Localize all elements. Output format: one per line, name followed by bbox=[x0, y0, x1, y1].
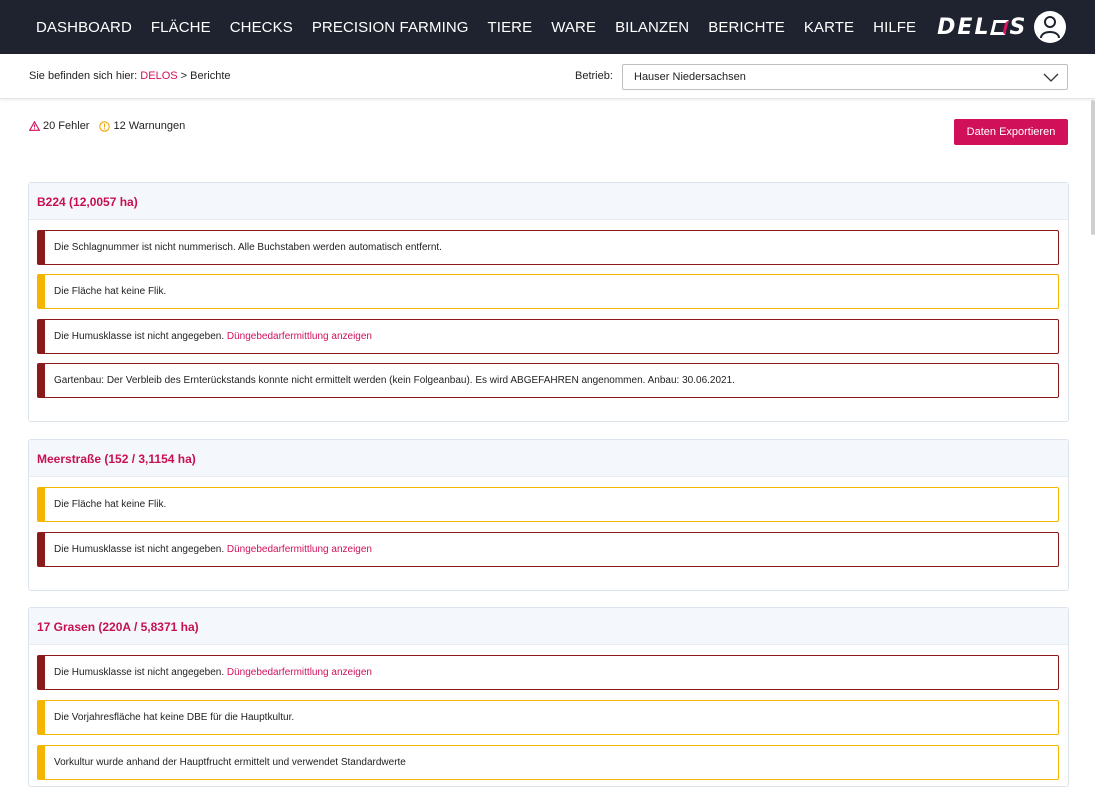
report-summary: 20 Fehler 12 Warnungen bbox=[29, 120, 185, 132]
error-message: Die Humusklasse ist nicht angegeben. Dün… bbox=[37, 532, 1059, 567]
betrieb-selected-value: Hauser Niedersachsen bbox=[634, 71, 746, 83]
top-navigation: DASHBOARD FLÄCHE CHECKS PRECISION FARMIN… bbox=[0, 0, 1095, 54]
info-circle-icon bbox=[99, 120, 111, 132]
duengebedarf-link[interactable]: Düngebedarfermittlung anzeigen bbox=[227, 331, 372, 342]
user-icon bbox=[1040, 16, 1060, 39]
error-message: Die Humusklasse ist nicht angegeben. Dün… bbox=[37, 319, 1059, 354]
field-report-card: Meerstraße (152 / 3,1154 ha) Die Fläche … bbox=[28, 439, 1069, 591]
nav-item-ware[interactable]: WARE bbox=[551, 19, 596, 36]
warning-message: Vorkultur wurde anhand der Hauptfrucht e… bbox=[37, 745, 1059, 780]
message-text: Die Humusklasse ist nicht angegeben. bbox=[54, 667, 227, 678]
logo-text-suffix: S bbox=[1009, 14, 1028, 40]
warning-count: 12 Warnungen bbox=[113, 120, 186, 132]
message-text: Vorkultur wurde anhand der Hauptfrucht e… bbox=[54, 757, 406, 768]
delos-logo[interactable]: DEL S bbox=[937, 15, 1027, 40]
field-report-card: B224 (12,0057 ha) Die Schlagnummer ist n… bbox=[28, 182, 1069, 422]
card-title: 17 Grasen (220A / 5,8371 ha) bbox=[29, 608, 1068, 645]
message-text: Gartenbau: Der Verbleib des Ernterücksta… bbox=[54, 375, 735, 386]
breadcrumb-home-link[interactable]: DELOS bbox=[140, 70, 177, 82]
breadcrumb-current: Berichte bbox=[190, 70, 231, 82]
breadcrumb: Sie befinden sich hier: DELOS > Berichte bbox=[29, 70, 231, 82]
main-menu: DASHBOARD FLÄCHE CHECKS PRECISION FARMIN… bbox=[36, 0, 935, 54]
message-text: Die Schlagnummer ist nicht nummerisch. A… bbox=[54, 242, 442, 253]
export-data-button[interactable]: Daten Exportieren bbox=[954, 119, 1068, 145]
message-text: Die Fläche hat keine Flik. bbox=[54, 499, 167, 510]
duengebedarf-link[interactable]: Düngebedarfermittlung anzeigen bbox=[227, 667, 372, 678]
warning-message: Die Fläche hat keine Flik. bbox=[37, 487, 1059, 522]
message-text: Die Vorjahresfläche hat keine DBE für di… bbox=[54, 712, 295, 723]
nav-item-flaeche[interactable]: FLÄCHE bbox=[151, 19, 211, 36]
nav-item-dashboard[interactable]: DASHBOARD bbox=[36, 19, 132, 36]
duengebedarf-link[interactable]: Düngebedarfermittlung anzeigen bbox=[227, 544, 372, 555]
betrieb-select[interactable]: Hauser Niedersachsen bbox=[622, 64, 1068, 90]
betrieb-label: Betrieb: bbox=[575, 70, 613, 82]
message-text: Die Humusklasse ist nicht angegeben. bbox=[54, 331, 227, 342]
nav-item-berichte[interactable]: BERICHTE bbox=[708, 19, 785, 36]
card-title: Meerstraße (152 / 3,1154 ha) bbox=[29, 440, 1068, 477]
message-text: Die Fläche hat keine Flik. bbox=[54, 286, 167, 297]
page-scrollbar[interactable] bbox=[1091, 100, 1095, 235]
nav-item-checks[interactable]: CHECKS bbox=[230, 19, 293, 36]
message-text: Die Humusklasse ist nicht angegeben. bbox=[54, 544, 227, 555]
field-report-card: 17 Grasen (220A / 5,8371 ha) Die Humuskl… bbox=[28, 607, 1069, 787]
warning-message: Die Vorjahresfläche hat keine DBE für di… bbox=[37, 700, 1059, 735]
nav-item-karte[interactable]: KARTE bbox=[804, 19, 854, 36]
card-title: B224 (12,0057 ha) bbox=[29, 183, 1068, 220]
warning-triangle-icon bbox=[29, 121, 40, 131]
nav-item-tiere[interactable]: TIERE bbox=[488, 19, 533, 36]
error-message: Die Humusklasse ist nicht angegeben. Dün… bbox=[37, 655, 1059, 690]
nav-item-hilfe[interactable]: HILFE bbox=[873, 19, 916, 36]
breadcrumb-prefix: Sie befinden sich hier: bbox=[29, 70, 141, 82]
error-count: 20 Fehler bbox=[43, 120, 90, 132]
user-avatar-button[interactable] bbox=[1034, 11, 1066, 43]
context-bar: Sie befinden sich hier: DELOS > Berichte… bbox=[0, 54, 1095, 99]
warning-message: Die Fläche hat keine Flik. bbox=[37, 274, 1059, 309]
breadcrumb-separator: > bbox=[177, 70, 191, 82]
error-message: Die Schlagnummer ist nicht nummerisch. A… bbox=[37, 230, 1059, 265]
nav-item-precision-farming[interactable]: PRECISION FARMING bbox=[312, 19, 469, 36]
error-message: Gartenbau: Der Verbleib des Ernterücksta… bbox=[37, 363, 1059, 398]
logo-o-mark bbox=[990, 19, 1010, 35]
nav-item-bilanzen[interactable]: BILANZEN bbox=[615, 19, 689, 36]
chevron-down-icon bbox=[1043, 73, 1059, 82]
logo-text-prefix: DEL bbox=[937, 14, 991, 40]
